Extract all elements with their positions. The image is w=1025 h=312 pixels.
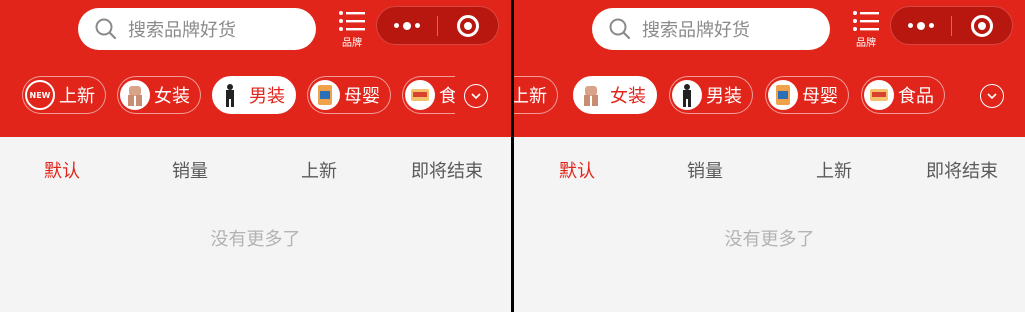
- more-dots-icon: [908, 21, 934, 30]
- category-label: 女装: [610, 86, 646, 107]
- mini-program-capsule: [376, 6, 499, 45]
- more-button[interactable]: [891, 7, 951, 44]
- category-chip-food[interactable]: 食品: [861, 76, 945, 114]
- tab-new[interactable]: 上新: [301, 157, 337, 183]
- brand-button[interactable]: 品牌: [336, 10, 368, 50]
- category-chip-women[interactable]: 女装: [573, 76, 657, 114]
- category-chip-men[interactable]: 男装: [669, 76, 753, 114]
- category-label: 女装: [154, 86, 190, 107]
- category-label: 母婴: [344, 86, 380, 107]
- category-label: 食品: [439, 86, 455, 107]
- women-clothing-icon: [120, 80, 150, 110]
- men-clothing-icon: [215, 80, 245, 110]
- expand-categories-button[interactable]: [464, 84, 488, 108]
- category-label: 母婴: [802, 86, 838, 107]
- search-icon: [95, 18, 117, 40]
- category-chip-women[interactable]: 女装: [117, 76, 201, 114]
- close-button[interactable]: [438, 7, 498, 44]
- tab-sales[interactable]: 销量: [172, 157, 208, 183]
- category-chip-men[interactable]: 男装: [212, 76, 296, 114]
- list-icon: [339, 11, 365, 31]
- brand-button[interactable]: 品牌: [850, 10, 882, 50]
- tab-default[interactable]: 默认: [559, 157, 595, 183]
- men-clothing-icon: [672, 80, 702, 110]
- chevron-down-icon: [471, 93, 481, 100]
- category-chip-new[interactable]: NEW 上新: [514, 76, 558, 114]
- search-icon: [609, 18, 631, 40]
- screen-panel-2: 搜索品牌好货 品牌 NEW 上新: [514, 0, 1025, 312]
- more-button[interactable]: [377, 7, 437, 44]
- tab-default[interactable]: 默认: [44, 157, 80, 183]
- expand-categories-button[interactable]: [980, 84, 1004, 108]
- search-placeholder: 搜索品牌好货: [128, 20, 236, 41]
- sort-tabs: 默认 销量 上新 即将结束: [0, 137, 511, 199]
- close-button[interactable]: [952, 7, 1012, 44]
- header-bar: 搜索品牌好货 品牌 NEW 上新: [0, 0, 511, 137]
- list-icon: [853, 11, 879, 31]
- category-label: 上新: [514, 86, 547, 107]
- category-label: 食品: [898, 86, 934, 107]
- category-chip-baby[interactable]: 母婴: [765, 76, 849, 114]
- category-scroller[interactable]: NEW 上新 女装 男装: [514, 76, 969, 114]
- mini-program-capsule: [890, 6, 1013, 45]
- category-label: 男装: [249, 86, 285, 107]
- screen-panel-1: 搜索品牌好货 品牌 NEW 上新 女装 男装 母婴 食 默认 销量 上新 即将结…: [0, 0, 511, 312]
- category-chip-new[interactable]: NEW 上新: [22, 76, 106, 114]
- search-placeholder: 搜索品牌好货: [642, 20, 750, 41]
- more-dots-icon: [394, 21, 420, 30]
- search-bar[interactable]: 搜索品牌好货: [592, 8, 830, 50]
- category-label: 男装: [706, 86, 742, 107]
- brand-label: 品牌: [856, 38, 876, 49]
- tab-ending-soon[interactable]: 即将结束: [926, 157, 998, 183]
- empty-state-text: 没有更多了: [724, 229, 815, 250]
- baby-product-icon: [768, 80, 798, 110]
- search-bar[interactable]: 搜索品牌好货: [78, 8, 316, 50]
- tab-new[interactable]: 上新: [816, 157, 852, 183]
- header-bar: 搜索品牌好货 品牌 NEW 上新: [514, 0, 1025, 137]
- target-icon: [971, 14, 993, 37]
- category-label: 上新: [59, 86, 95, 107]
- food-icon: [405, 80, 435, 110]
- category-chip-baby[interactable]: 母婴: [307, 76, 391, 114]
- women-clothing-icon: [576, 80, 606, 110]
- new-badge-icon: NEW: [25, 80, 55, 110]
- target-icon: [457, 14, 479, 37]
- sort-tabs: 默认 销量 上新 即将结束: [514, 137, 1025, 199]
- tab-ending-soon[interactable]: 即将结束: [411, 157, 483, 183]
- category-scroller[interactable]: NEW 上新 女装 男装: [0, 76, 455, 114]
- chevron-down-icon: [987, 93, 997, 100]
- tab-sales[interactable]: 销量: [687, 157, 723, 183]
- baby-product-icon: [310, 80, 340, 110]
- category-chip-food[interactable]: 食品: [402, 76, 455, 114]
- empty-state-text: 没有更多了: [210, 229, 301, 250]
- food-icon: [864, 80, 894, 110]
- brand-label: 品牌: [342, 38, 362, 49]
